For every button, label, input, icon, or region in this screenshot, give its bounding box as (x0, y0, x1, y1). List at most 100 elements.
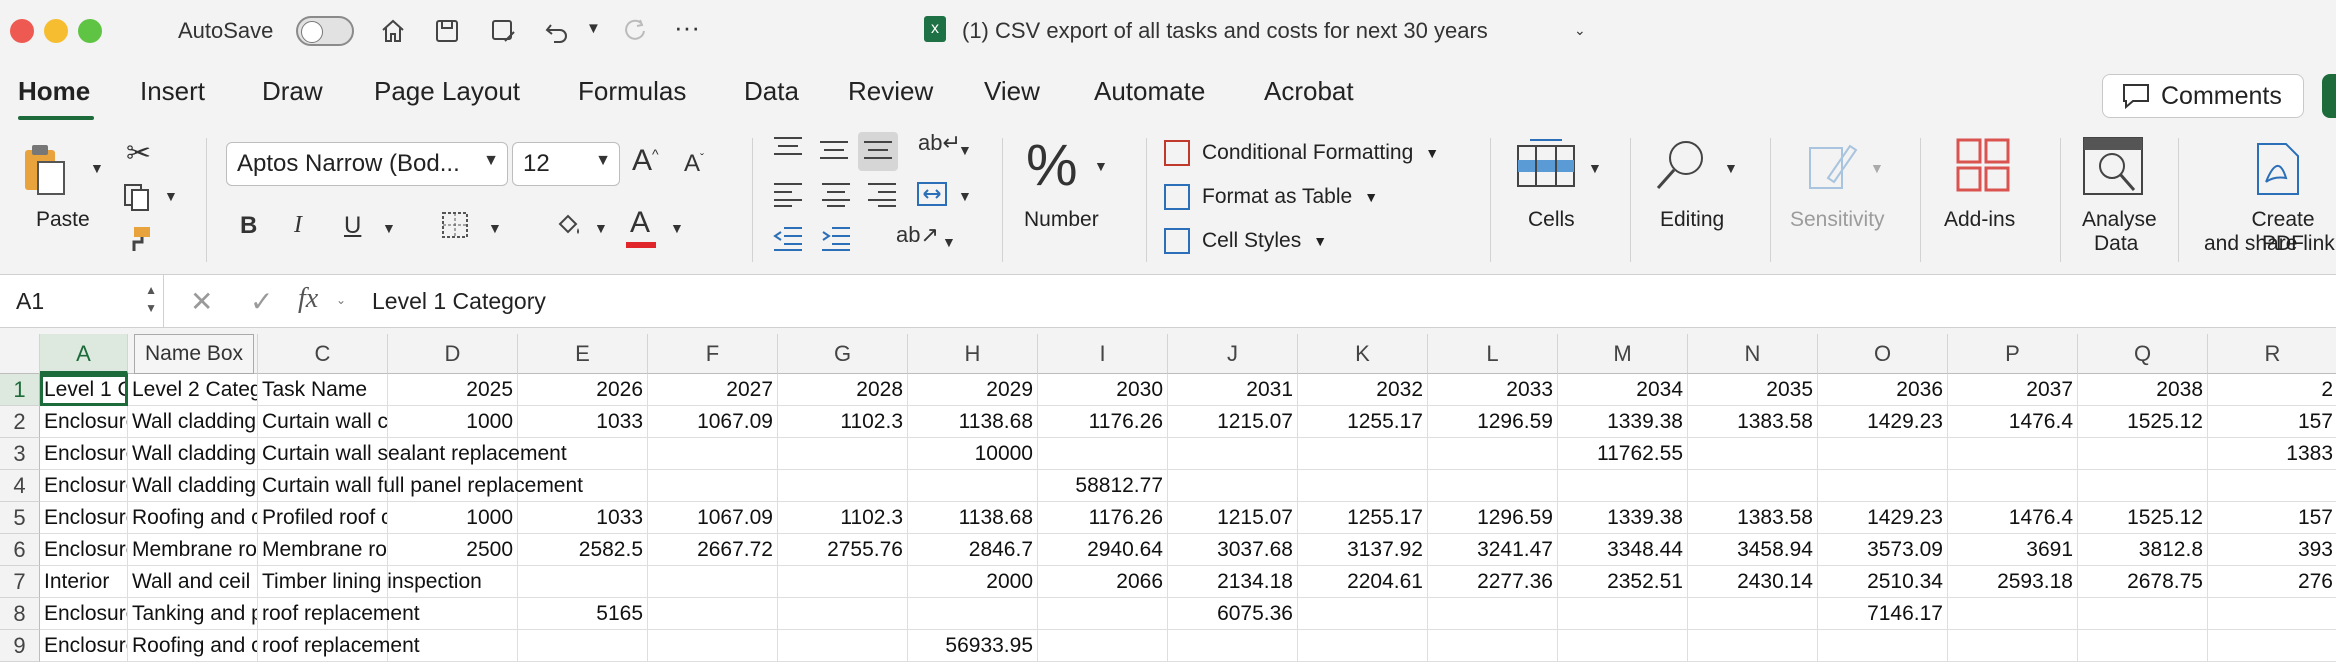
column-header-g[interactable]: G (778, 334, 908, 374)
confirm-entry-icon[interactable]: ✓ (250, 285, 273, 318)
cell-k9[interactable] (1298, 630, 1428, 662)
cell-i7[interactable]: 2066 (1038, 566, 1168, 598)
font-name-dropdown[interactable]: Aptos Narrow (Bod... ▼ (226, 142, 508, 186)
column-header-o[interactable]: O (1818, 334, 1948, 374)
cell-r6[interactable]: 393 (2208, 534, 2336, 566)
cell-j6[interactable]: 3037.68 (1168, 534, 1298, 566)
cell-q7[interactable]: 2678.75 (2078, 566, 2208, 598)
tab-draw[interactable]: Draw (262, 76, 323, 107)
cell-o9[interactable] (1818, 630, 1948, 662)
cell-r2[interactable]: 157 (2208, 406, 2336, 438)
add-ins-icon[interactable] (1956, 138, 2012, 201)
cell-j1[interactable]: 2031 (1168, 374, 1298, 406)
number-dropdown-chevron-icon[interactable]: ▼ (1094, 158, 1108, 174)
close-window-button[interactable] (10, 19, 34, 43)
column-header-a[interactable]: A (40, 334, 128, 374)
cell-e1[interactable]: 2026 (518, 374, 648, 406)
cell-f8[interactable] (648, 598, 778, 630)
cell-p9[interactable] (1948, 630, 2078, 662)
cell-f7[interactable] (648, 566, 778, 598)
cell-l4[interactable] (1428, 470, 1558, 502)
cell-o4[interactable] (1818, 470, 1948, 502)
zoom-window-button[interactable] (78, 19, 102, 43)
decrease-font-size-icon[interactable]: Aˇ (684, 150, 704, 178)
cell-l7[interactable]: 2277.36 (1428, 566, 1558, 598)
search-icon[interactable] (1654, 136, 1710, 199)
cell-j8[interactable]: 6075.36 (1168, 598, 1298, 630)
column-header-p[interactable]: P (1948, 334, 2078, 374)
cell-b2[interactable]: Wall cladding (128, 406, 258, 438)
cell-k6[interactable]: 3137.92 (1298, 534, 1428, 566)
tab-insert[interactable]: Insert (140, 76, 205, 107)
home-icon[interactable] (374, 12, 412, 50)
bold-icon[interactable]: B (240, 212, 257, 240)
cell-f9[interactable] (648, 630, 778, 662)
cell-d1[interactable]: 2025 (388, 374, 518, 406)
cell-e8[interactable]: 5165 (518, 598, 648, 630)
cell-j7[interactable]: 2134.18 (1168, 566, 1298, 598)
decrease-indent-icon[interactable] (772, 224, 804, 259)
cell-g4[interactable] (778, 470, 908, 502)
cell-p5[interactable]: 1476.4 (1948, 502, 2078, 534)
cell-i4[interactable]: 58812.77 (1038, 470, 1168, 502)
font-color-dropdown-chevron-icon[interactable]: ▼ (670, 220, 684, 236)
cell-a1[interactable]: Level 1 Category (40, 374, 128, 406)
cell-r5[interactable]: 157 (2208, 502, 2336, 534)
cell-j4[interactable] (1168, 470, 1298, 502)
cell-p2[interactable]: 1476.4 (1948, 406, 2078, 438)
cell-p7[interactable]: 2593.18 (1948, 566, 2078, 598)
cell-h6[interactable]: 2846.7 (908, 534, 1038, 566)
cell-g5[interactable]: 1102.3 (778, 502, 908, 534)
cell-m5[interactable]: 1339.38 (1558, 502, 1688, 534)
column-header-k[interactable]: K (1298, 334, 1428, 374)
cell-l5[interactable]: 1296.59 (1428, 502, 1558, 534)
tab-view[interactable]: View (984, 76, 1040, 107)
cell-c2[interactable]: Curtain wall cleaning and i (258, 406, 388, 438)
cell-k5[interactable]: 1255.17 (1298, 502, 1428, 534)
column-header-j[interactable]: J (1168, 334, 1298, 374)
cell-m4[interactable] (1558, 470, 1688, 502)
cell-c6[interactable]: Membrane ro (258, 534, 388, 566)
cell-a8[interactable]: Enclosure (40, 598, 128, 630)
cell-j5[interactable]: 1215.07 (1168, 502, 1298, 534)
cell-a6[interactable]: Enclosure (40, 534, 128, 566)
underline-dropdown-chevron-icon[interactable]: ▼ (382, 220, 396, 236)
increase-indent-icon[interactable] (820, 224, 852, 259)
cell-n6[interactable]: 3458.94 (1688, 534, 1818, 566)
column-header-d[interactable]: D (388, 334, 518, 374)
cell-r1[interactable]: 2 (2208, 374, 2336, 406)
italic-icon[interactable]: I (294, 212, 302, 239)
cell-m3[interactable]: 11762.55 (1558, 438, 1688, 470)
percent-icon[interactable]: % (1026, 132, 1078, 199)
row-header[interactable]: 8 (0, 598, 40, 630)
cell-m2[interactable]: 1339.38 (1558, 406, 1688, 438)
cell-g7[interactable] (778, 566, 908, 598)
column-header-m[interactable]: M (1558, 334, 1688, 374)
cell-h4[interactable] (908, 470, 1038, 502)
cell-g1[interactable]: 2028 (778, 374, 908, 406)
cell-e6[interactable]: 2582.5 (518, 534, 648, 566)
cell-d2[interactable]: 1000 (388, 406, 518, 438)
column-header-l[interactable]: L (1428, 334, 1558, 374)
column-header-q[interactable]: Q (2078, 334, 2208, 374)
cell-q4[interactable] (2078, 470, 2208, 502)
align-top-icon[interactable] (772, 134, 804, 169)
row-header[interactable]: 5 (0, 502, 40, 534)
cell-f1[interactable]: 2027 (648, 374, 778, 406)
cell-m1[interactable]: 2034 (1558, 374, 1688, 406)
document-title[interactable]: (1) CSV export of all tasks and costs fo… (962, 18, 1488, 44)
comments-button[interactable]: Comments (2102, 74, 2304, 118)
align-left-icon[interactable] (772, 180, 804, 215)
tab-formulas[interactable]: Formulas (578, 76, 686, 107)
cell-b1[interactable]: Level 2 Category (128, 374, 258, 406)
wrap-text-dropdown-chevron-icon[interactable]: ▼ (958, 142, 972, 158)
cell-b5[interactable]: Roofing and c (128, 502, 258, 534)
cell-i8[interactable] (1038, 598, 1168, 630)
select-all-corner[interactable] (0, 334, 40, 374)
cell-c7[interactable]: Timber lining inspection (258, 566, 482, 598)
cell-g9[interactable] (778, 630, 908, 662)
paste-dropdown-chevron-icon[interactable]: ▼ (90, 160, 104, 176)
column-header-r[interactable]: R (2208, 334, 2336, 374)
cell-b9[interactable]: Roofing and c (128, 630, 258, 662)
cell-g6[interactable]: 2755.76 (778, 534, 908, 566)
